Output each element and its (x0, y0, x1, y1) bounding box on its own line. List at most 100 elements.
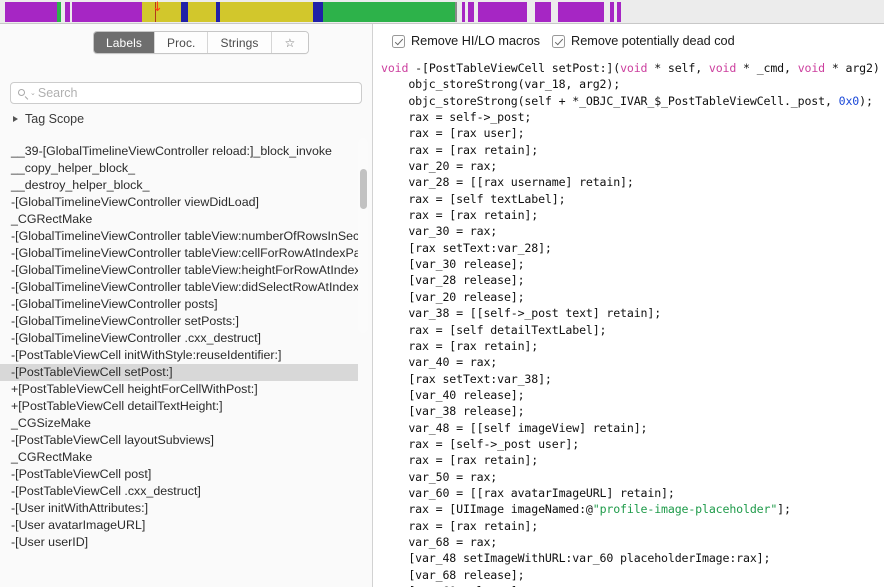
sidebar-tabbar: Labels Proc. Strings ☆ (93, 31, 310, 54)
list-item[interactable]: __destroy_helper_block_ (0, 177, 358, 194)
list-item[interactable]: -[GlobalTimelineViewController setPosts:… (0, 313, 358, 330)
segment-yellow-2[interactable] (188, 2, 216, 22)
code-token: [var_48 setImageWithURL:var_60 placehold… (381, 551, 771, 566)
code-token: [var_20 release]; (381, 289, 525, 304)
code-line: rax = [self textLabel]; (381, 191, 884, 207)
code-line: rax = [rax retain]; (381, 207, 884, 223)
code-line: rax = [rax user]; (381, 125, 884, 141)
code-token: [rax setText:var_38]; (381, 371, 552, 386)
tag-scope-toggle[interactable]: Tag Scope (13, 112, 84, 126)
code-token: rax = [rax retain]; (381, 208, 539, 223)
code-line: [var_30 release]; (381, 256, 884, 272)
list-item[interactable]: -[PostTableViewCell setPost:] (0, 364, 358, 381)
list-item[interactable]: -[GlobalTimelineViewController tableView… (0, 262, 358, 279)
segment-purple-7[interactable] (558, 2, 604, 22)
code-token: rax = [self->_post user]; (381, 436, 580, 451)
checkbox-label: Remove potentially dead cod (571, 34, 735, 48)
segment-blue-3[interactable] (313, 2, 323, 22)
search-placeholder: Search (37, 85, 78, 100)
checkbox-remove-dead-code[interactable]: Remove potentially dead cod (552, 34, 735, 48)
checkbox-remove-hilo-macros[interactable]: Remove HI/LO macros (392, 34, 540, 48)
code-token: objc_storeStrong(var_18, arg2); (381, 77, 621, 92)
checkmark-icon[interactable] (552, 34, 566, 48)
list-item[interactable]: +[PostTableViewCell detailTextHeight:] (0, 398, 358, 415)
code-token: rax = [UIImage imageNamed:@ (381, 502, 593, 517)
code-token: objc_storeStrong(self + *_OBJC_IVAR_$_Po… (381, 93, 839, 108)
code-token: rax = [self textLabel]; (381, 191, 566, 206)
code-line: [var_60 release]; (381, 583, 884, 587)
list-item[interactable]: __copy_helper_block_ (0, 160, 358, 177)
segment-purple-9[interactable] (617, 2, 621, 22)
pseudocode-view[interactable]: void -[PostTableViewCell setPost:](void … (373, 58, 884, 587)
list-item[interactable]: -[User initWithAttributes:] (0, 500, 358, 517)
segment-purple-1[interactable] (5, 2, 57, 22)
segment-gray-edge[interactable] (455, 2, 457, 22)
tab-labels[interactable]: Labels (94, 32, 155, 53)
code-token: [var_40 release]; (381, 387, 525, 402)
code-line: rax = [rax retain]; (381, 338, 884, 354)
code-token: * arg2) { (831, 61, 880, 75)
segment-purple-sliver[interactable] (65, 2, 70, 22)
tab-strings[interactable]: Strings (208, 32, 272, 53)
tab-favorites[interactable]: ☆ (271, 32, 309, 53)
code-line: [var_40 release]; (381, 387, 884, 403)
segment-purple-6[interactable] (535, 2, 551, 22)
list-item[interactable]: -[GlobalTimelineViewController posts] (0, 296, 358, 313)
pseudocode-panel: Remove HI/LO macros Remove potentially de… (373, 24, 884, 587)
code-token: rax = [self detailTextLabel]; (381, 322, 607, 337)
list-item[interactable]: -[PostTableViewCell post] (0, 466, 358, 483)
list-item[interactable]: _CGRectMake (0, 449, 358, 466)
checkmark-icon[interactable] (392, 34, 405, 48)
segment-green-thin[interactable] (57, 2, 61, 22)
list-item[interactable]: -[GlobalTimelineViewController .cxx_dest… (0, 330, 358, 347)
binary-map-timeline[interactable]: ↓ (0, 0, 884, 24)
segment-blue-1[interactable] (181, 2, 188, 22)
code-line: [var_28 release]; (381, 272, 884, 288)
labels-list[interactable]: _ __39-[GlobalTimelineViewController relo… (0, 134, 372, 587)
disclosure-triangle-icon[interactable] (13, 116, 18, 122)
code-token: rax = [rax retain]; (381, 338, 539, 353)
search-input[interactable]: ⌄ Search (10, 82, 362, 104)
list-item[interactable]: -[PostTableViewCell .cxx_destruct] (0, 483, 358, 500)
list-item[interactable]: -[User avatarImageURL] (0, 517, 358, 534)
segment-green-main[interactable] (323, 2, 455, 22)
segment-purple-8[interactable] (610, 2, 614, 22)
list-item[interactable]: _ (0, 134, 358, 143)
code-token: var_28 = [[rax username] retain]; (381, 175, 634, 190)
list-item[interactable]: -[GlobalTimelineViewController tableView… (0, 279, 358, 296)
sidebar-scrollbar-track[interactable] (358, 138, 368, 333)
segment-purple-5[interactable] (478, 2, 527, 22)
list-item[interactable]: -[GlobalTimelineViewController tableView… (0, 245, 358, 262)
disassembler-window: ↓ Labels Proc. Strings ☆ ⌄ Search Tag Scope… (0, 0, 884, 587)
code-token: [rax setText:var_28]; (381, 240, 552, 255)
segment-purple-3[interactable] (462, 2, 465, 22)
decompiler-options-bar: Remove HI/LO macros Remove potentially de… (373, 24, 884, 58)
code-token: ]; (777, 502, 791, 517)
code-token: var_38 = [[self->_post text] retain]; (381, 306, 662, 321)
list-item[interactable]: _CGSizeMake (0, 415, 358, 432)
list-item[interactable]: -[GlobalTimelineViewController tableView… (0, 228, 358, 245)
code-token-kw: void (381, 61, 409, 75)
segment-purple-2[interactable] (72, 2, 142, 22)
list-item[interactable]: +[PostTableViewCell heightForCellWithPos… (0, 381, 358, 398)
segment-yellow-3[interactable] (220, 2, 309, 22)
checkbox-label: Remove HI/LO macros (411, 34, 541, 48)
list-item[interactable]: _CGRectMake (0, 211, 358, 228)
list-item[interactable]: -[PostTableViewCell layoutSubviews] (0, 432, 358, 449)
code-token-kw: void (708, 61, 737, 75)
list-item[interactable]: __39-[GlobalTimelineViewController reloa… (0, 143, 358, 160)
code-token: var_40 = rax; (381, 355, 498, 370)
current-position-arrow: ↓ (152, 0, 163, 15)
code-line: [rax setText:var_28]; (381, 240, 884, 256)
segment-purple-4[interactable] (468, 2, 474, 22)
code-line: var_60 = [[rax avatarImageURL] retain]; (381, 485, 884, 501)
list-item[interactable]: -[PostTableViewCell initWithStyle:reuseI… (0, 347, 358, 364)
tab-proc[interactable]: Proc. (154, 32, 209, 53)
code-token: rax = self->_post; (381, 110, 532, 125)
sidebar-scrollbar-thumb[interactable] (360, 169, 367, 209)
code-line: var_28 = [[rax username] retain]; (381, 174, 884, 190)
list-item[interactable]: -[User userID] (0, 534, 358, 551)
chevron-down-icon[interactable]: ⌄ (30, 90, 36, 97)
list-item[interactable]: -[GlobalTimelineViewController viewDidLo… (0, 194, 358, 211)
code-line: objc_storeStrong(self + *_OBJC_IVAR_$_Po… (381, 93, 884, 109)
